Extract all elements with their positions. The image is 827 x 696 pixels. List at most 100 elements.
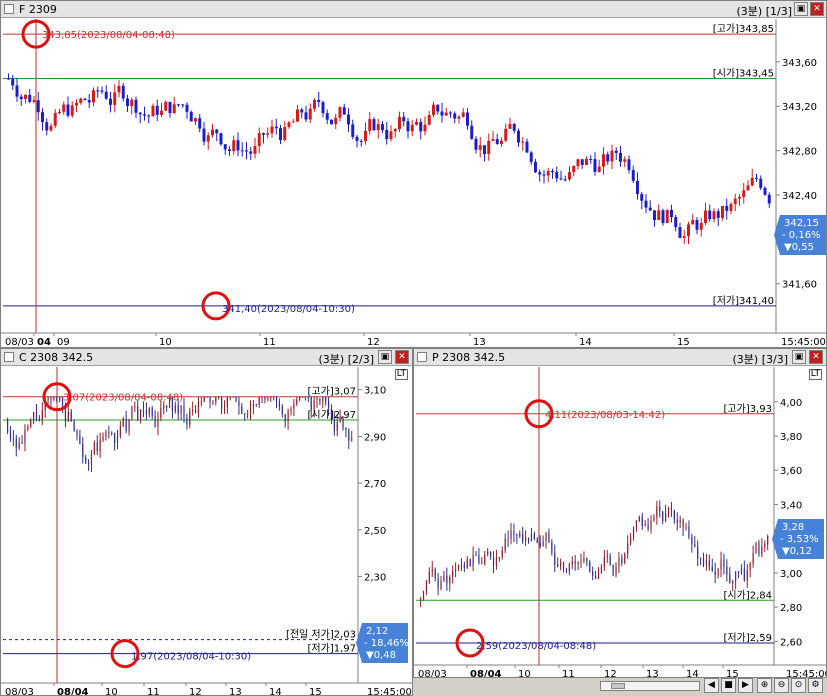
- candle-body: [376, 124, 380, 131]
- restore-icon[interactable]: ▣: [794, 2, 808, 16]
- candle-body: [472, 554, 474, 567]
- candle-body: [393, 129, 397, 132]
- candle-body: [659, 506, 661, 512]
- candle-body: [510, 530, 512, 539]
- candle-body: [19, 96, 23, 100]
- chart-interval-label: (3분) [2/3]: [318, 353, 374, 366]
- candle-body: [270, 396, 272, 399]
- candle-body: [623, 159, 627, 162]
- candle-body: [443, 575, 445, 581]
- candle-body: [483, 145, 486, 155]
- candle-body: [565, 569, 568, 572]
- low-price-label: [저가]1,97: [308, 643, 356, 655]
- candle-body: [206, 396, 208, 398]
- candle-body: [7, 78, 10, 80]
- current-change-value: ▼0,12: [782, 546, 812, 557]
- candle-body: [160, 408, 162, 419]
- zoom-reset-icon[interactable]: ⊙: [791, 678, 806, 693]
- candle-body: [519, 533, 521, 537]
- candle-body: [568, 564, 570, 572]
- candle-body: [606, 154, 610, 162]
- play-right-icon[interactable]: ▶: [738, 678, 753, 693]
- candle-body: [721, 205, 724, 218]
- candle-body: [327, 401, 330, 408]
- candle-body: [111, 432, 113, 434]
- candle-body: [345, 427, 347, 430]
- current-change-value: ▼0,55: [784, 242, 814, 253]
- candle-body: [758, 542, 760, 555]
- candle-body: [717, 569, 719, 576]
- candle-body: [580, 561, 582, 563]
- candlestick-chart[interactable]: 3,10 2,90 2,70 2,50 2,30 08/03 08/04 10 11 12 13 14…: [1, 367, 413, 696]
- x-tick-label: 15:45:00: [786, 669, 827, 678]
- candle-body: [525, 537, 527, 542]
- current-change-percent: - 3,53%: [780, 534, 819, 545]
- candle-body: [194, 118, 197, 122]
- x-tick-label: 14: [686, 669, 699, 678]
- candle-body: [478, 555, 480, 564]
- candle-body: [606, 555, 608, 558]
- candle-body: [128, 419, 130, 431]
- close-icon[interactable]: ✕: [809, 350, 823, 364]
- candle-body: [504, 128, 508, 141]
- candle-body: [434, 569, 436, 579]
- chart-panel-put[interactable]: P 2308 342.5 (3분) [3/3] ▣ ✕ LT 4,00 3,80 3…: [413, 348, 827, 678]
- candle-body: [96, 442, 98, 451]
- close-icon[interactable]: ✕: [810, 2, 824, 16]
- candle-body: [296, 399, 298, 405]
- stop-icon[interactable]: ■: [721, 678, 736, 693]
- candle-body: [226, 396, 228, 408]
- candle-body: [559, 178, 563, 180]
- candle-body: [714, 571, 716, 576]
- candle-body: [244, 413, 246, 415]
- current-price-value: 2,12: [366, 626, 388, 637]
- candle-body: [600, 566, 603, 574]
- candlestick-chart[interactable]: 4,00 3,80 3,60 3,40 3,00 2,80 2,60 08/03 08/04 10…: [414, 367, 827, 678]
- close-icon[interactable]: ✕: [395, 350, 409, 364]
- candle-body: [644, 524, 646, 526]
- candle-body: [653, 517, 655, 521]
- x-tick-label: 08/04: [57, 687, 89, 696]
- candle-body: [270, 126, 274, 134]
- candle-body: [410, 124, 414, 132]
- select-checkbox[interactable]: [4, 352, 14, 362]
- candle-body: [73, 421, 75, 431]
- candle-body: [704, 210, 707, 223]
- chart-title: P 2308 342.5: [432, 351, 506, 364]
- x-tick-label: 12: [367, 337, 380, 348]
- restore-icon[interactable]: ▣: [378, 350, 392, 364]
- zoom-in-icon[interactable]: ⊕: [757, 678, 772, 693]
- low-price-label: [저가]2,59: [724, 632, 772, 644]
- chart-titlebar: C 2308 342.5 (3분) [2/3] ▣ ✕: [1, 349, 412, 366]
- play-left-icon[interactable]: ◀: [704, 678, 719, 693]
- zoom-out-icon[interactable]: ⊖: [774, 678, 789, 693]
- candle-body: [653, 210, 656, 221]
- candle-body: [624, 553, 626, 564]
- candle-body: [364, 130, 367, 142]
- restore-icon[interactable]: ▣: [792, 350, 806, 364]
- candle-body: [241, 406, 243, 414]
- candle-body: [562, 562, 565, 570]
- slider-thumb[interactable]: [611, 683, 625, 689]
- chart-panel-f2309[interactable]: F 2309 (3분) [1/3] ▣ ✕ 343,60 343,20 342,80…: [0, 0, 827, 348]
- scroll-slider[interactable]: [600, 681, 700, 691]
- candle-body: [432, 104, 435, 116]
- candle-body: [368, 119, 372, 131]
- x-tick-label: 15: [677, 337, 690, 348]
- select-checkbox[interactable]: [4, 4, 14, 14]
- candle-body: [223, 407, 226, 409]
- candle-body: [457, 116, 461, 119]
- candle-body: [262, 133, 265, 135]
- candle-body: [12, 438, 14, 440]
- candle-body: [291, 121, 295, 123]
- candlestick-chart[interactable]: 343,60343,20342,80342,40342,00341,6008/0…: [1, 19, 827, 348]
- settings-icon[interactable]: ⚙: [808, 678, 823, 693]
- candle-body: [398, 116, 401, 130]
- candle-body: [732, 580, 734, 584]
- chart-panel-call[interactable]: C 2308 342.5 (3분) [2/3] ▣ ✕ LT 3,10 2,90 2…: [0, 348, 413, 696]
- candle-body: [670, 209, 673, 218]
- candle-body: [278, 402, 281, 407]
- current-change-value: ▼0,48: [366, 650, 396, 661]
- candle-body: [18, 442, 20, 448]
- select-checkbox[interactable]: [417, 352, 427, 362]
